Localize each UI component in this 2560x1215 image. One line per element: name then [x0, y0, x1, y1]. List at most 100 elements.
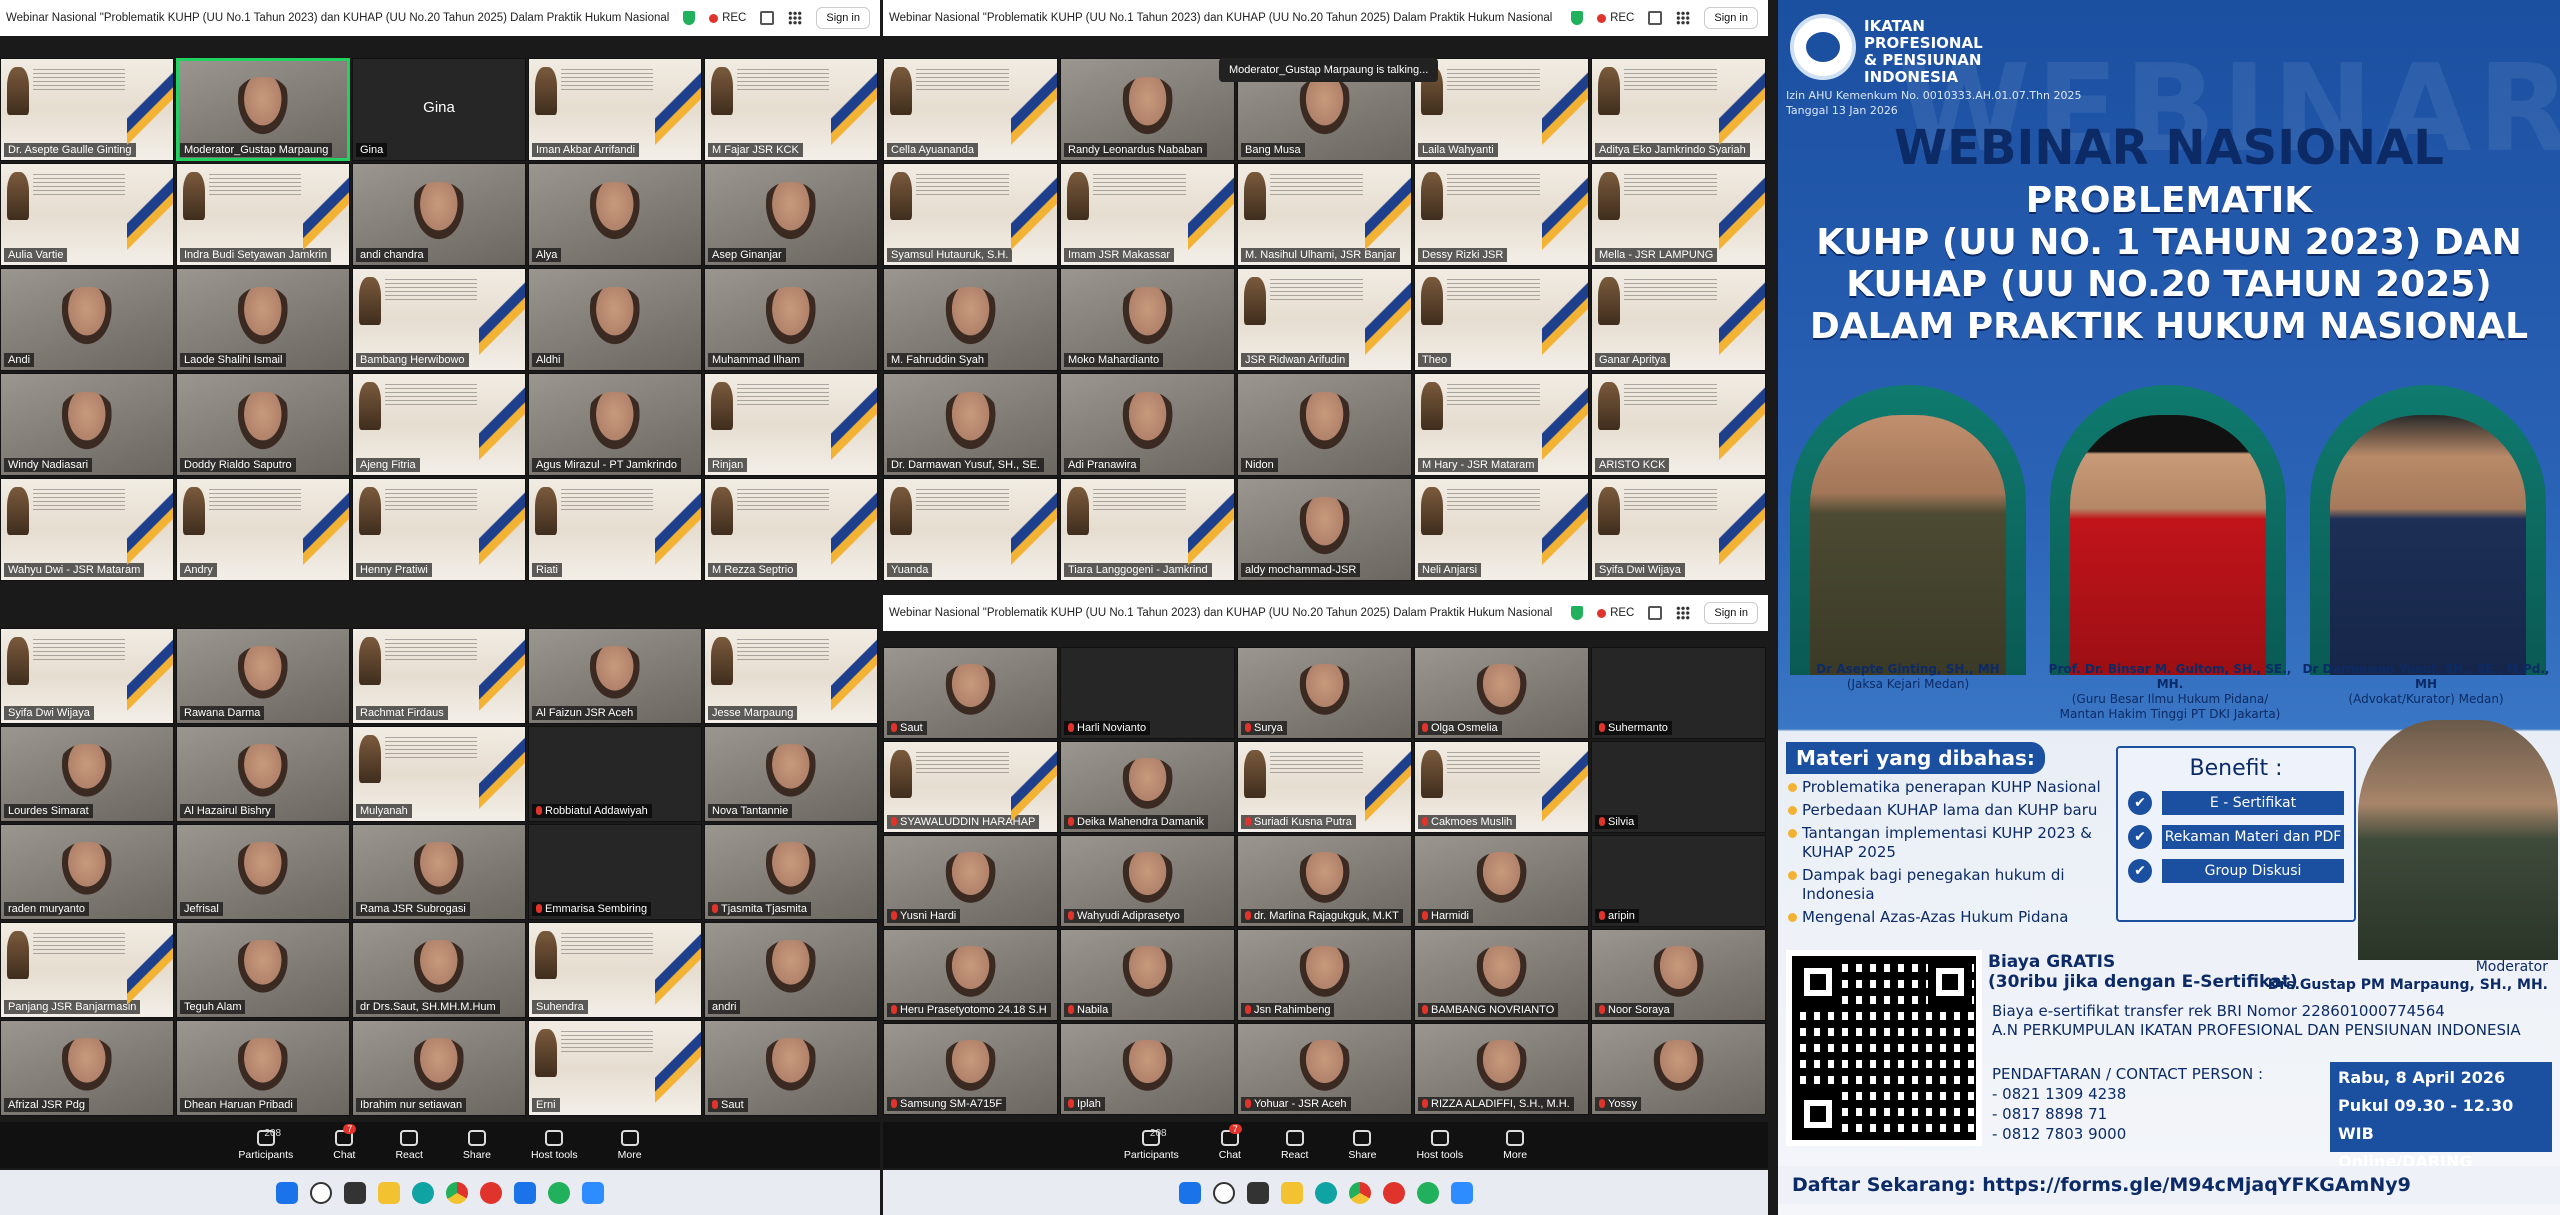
participant-tile[interactable]: Yuanda: [883, 478, 1058, 581]
participant-tile[interactable]: Andi: [0, 268, 174, 371]
participant-tile[interactable]: Yusni Hardi: [883, 835, 1058, 927]
rec-indicator[interactable]: REC: [1597, 607, 1634, 619]
participant-tile[interactable]: Moko Mahardianto: [1060, 268, 1235, 371]
participant-tile[interactable]: Deika Mahendra Damanik: [1060, 741, 1235, 833]
participant-tile[interactable]: Suhendra: [528, 922, 702, 1018]
rec-indicator[interactable]: REC: [1597, 12, 1634, 24]
windows-start-icon[interactable]: [1178, 1181, 1201, 1204]
participant-tile[interactable]: Emmarisa Sembiring: [528, 824, 702, 920]
participant-tile[interactable]: Erni: [528, 1020, 702, 1116]
participant-tile[interactable]: M. Nasihul Ulhami, JSR Banjar: [1237, 163, 1412, 266]
participant-tile[interactable]: Doddy Rialdo Saputro: [176, 373, 350, 476]
view-grid-icon[interactable]: [1676, 11, 1691, 25]
participant-tile[interactable]: Aditya Eko Jamkrindo Syariah: [1591, 58, 1766, 161]
participant-tile[interactable]: Iplah: [1060, 1023, 1235, 1115]
chat-button[interactable]: 7 Chat: [333, 1123, 357, 1161]
participant-tile[interactable]: dr. Marlina Rajagukguk, M.KT: [1237, 835, 1412, 927]
opera-icon[interactable]: [1382, 1181, 1405, 1204]
participant-tile[interactable]: Saut: [704, 1020, 878, 1116]
participant-tile[interactable]: Rama JSR Subrogasi: [352, 824, 526, 920]
participant-tile[interactable]: Suhermanto: [1591, 647, 1766, 739]
participant-tile[interactable]: Dr. Darmawan Yusuf, SH., SE.: [883, 373, 1058, 476]
participant-tile[interactable]: Moderator_Gustap Marpaung: [176, 58, 350, 161]
participant-tile[interactable]: Silvia: [1591, 741, 1766, 833]
opera-icon[interactable]: [480, 1181, 502, 1204]
search-icon[interactable]: [1212, 1181, 1235, 1204]
pin-icon[interactable]: [1648, 11, 1663, 25]
windows-start-icon[interactable]: [276, 1181, 298, 1204]
explorer-icon[interactable]: [1280, 1181, 1303, 1204]
participant-tile[interactable]: Bambang Herwibowo: [352, 268, 526, 371]
participant-tile[interactable]: Afrizal JSR Pdg: [0, 1020, 174, 1116]
react-button[interactable]: React: [395, 1129, 423, 1161]
participant-tile[interactable]: Suriadi Kusna Putra: [1237, 741, 1412, 833]
participant-tile[interactable]: Dhean Haruan Pribadi: [176, 1020, 350, 1116]
pin-icon[interactable]: [760, 11, 775, 25]
chrome-icon[interactable]: [446, 1181, 468, 1204]
participant-tile[interactable]: M Rezza Septrio: [704, 478, 878, 581]
sign-in-button[interactable]: Sign in: [1704, 7, 1758, 29]
zoom-icon[interactable]: [1450, 1181, 1473, 1204]
participant-tile[interactable]: Heru Prasetyotomo 24.18 S.H: [883, 929, 1058, 1021]
participant-tile[interactable]: Nabila: [1060, 929, 1235, 1021]
participant-tile[interactable]: Noor Soraya: [1591, 929, 1766, 1021]
participant-tile[interactable]: Panjang JSR Banjarmasin: [0, 922, 174, 1018]
participant-tile[interactable]: Asep Ginanjar: [704, 163, 878, 266]
participant-tile[interactable]: Yossy: [1591, 1023, 1766, 1115]
more-button[interactable]: More: [618, 1129, 642, 1161]
participant-tile[interactable]: Rinjan: [704, 373, 878, 476]
pin-icon[interactable]: [1648, 606, 1663, 620]
participant-tile[interactable]: Jefrisal: [176, 824, 350, 920]
participant-tile[interactable]: Randy Leonardus Nababan: [1060, 58, 1235, 161]
rec-indicator[interactable]: REC: [709, 12, 746, 24]
participant-tile[interactable]: BAMBANG NOVRIANTO: [1414, 929, 1589, 1021]
participant-tile[interactable]: Al Hazairul Bishry: [176, 726, 350, 822]
edge-icon[interactable]: [1314, 1181, 1337, 1204]
participant-tile[interactable]: Harli Novianto: [1060, 647, 1235, 739]
registration-link[interactable]: Daftar Sekarang: https://forms.gle/M94cM…: [1778, 1166, 2560, 1204]
participant-tile[interactable]: Ganar Apritya: [1591, 268, 1766, 371]
sign-in-button[interactable]: Sign in: [816, 7, 870, 29]
participant-tile[interactable]: Robbiatul Addawiyah: [528, 726, 702, 822]
host-tools-button[interactable]: Host tools: [531, 1129, 578, 1161]
participant-tile[interactable]: M Fajar JSR KCK: [704, 58, 878, 161]
participant-tile[interactable]: Lourdes Simarat: [0, 726, 174, 822]
task-view-icon[interactable]: [344, 1181, 366, 1204]
zoom-icon[interactable]: [582, 1181, 604, 1204]
participants-button[interactable]: 208 Participants: [1124, 1128, 1179, 1161]
whatsapp-icon[interactable]: [548, 1181, 570, 1204]
participant-tile[interactable]: Iman Akbar Arrifandi: [528, 58, 702, 161]
participant-tile[interactable]: Aulia Vartie: [0, 163, 174, 266]
search-icon[interactable]: [310, 1181, 332, 1204]
participant-tile[interactable]: Laila Wahyanti: [1414, 58, 1589, 161]
participant-tile[interactable]: Syifa Dwi Wijaya: [1591, 478, 1766, 581]
participant-tile[interactable]: Andry: [176, 478, 350, 581]
participant-tile[interactable]: Harmidi: [1414, 835, 1589, 927]
view-grid-icon[interactable]: [1676, 606, 1691, 620]
participant-tile[interactable]: Imam JSR Makassar: [1060, 163, 1235, 266]
participant-tile[interactable]: Mulyanah: [352, 726, 526, 822]
participant-tile[interactable]: andi chandra: [352, 163, 526, 266]
participant-tile[interactable]: Mella - JSR LAMPUNG: [1591, 163, 1766, 266]
participant-tile[interactable]: Rawana Darma: [176, 628, 350, 724]
participant-tile[interactable]: Olga Osmelia: [1414, 647, 1589, 739]
task-view-icon[interactable]: [1246, 1181, 1269, 1204]
react-button[interactable]: React: [1281, 1129, 1308, 1161]
share-button[interactable]: Share: [1348, 1129, 1376, 1161]
participant-tile[interactable]: Saut: [883, 647, 1058, 739]
participant-tile[interactable]: Theo: [1414, 268, 1589, 371]
participant-tile[interactable]: Rachmat Firdaus: [352, 628, 526, 724]
participant-tile[interactable]: Syamsul Hutauruk, S.H.: [883, 163, 1058, 266]
participant-tile[interactable]: raden muryanto: [0, 824, 174, 920]
participant-tile[interactable]: Gina Gina: [352, 58, 526, 161]
participant-tile[interactable]: Nidon: [1237, 373, 1412, 476]
explorer-icon[interactable]: [378, 1181, 400, 1204]
participant-tile[interactable]: andri: [704, 922, 878, 1018]
participant-tile[interactable]: Nova Tantannie: [704, 726, 878, 822]
participant-tile[interactable]: Tiara Langgogeni - Jamkrind: [1060, 478, 1235, 581]
whatsapp-icon[interactable]: [1416, 1181, 1439, 1204]
participant-tile[interactable]: Alya: [528, 163, 702, 266]
host-tools-button[interactable]: Host tools: [1416, 1129, 1463, 1161]
participant-tile[interactable]: Henny Pratiwi: [352, 478, 526, 581]
participant-tile[interactable]: ARISTO KCK: [1591, 373, 1766, 476]
